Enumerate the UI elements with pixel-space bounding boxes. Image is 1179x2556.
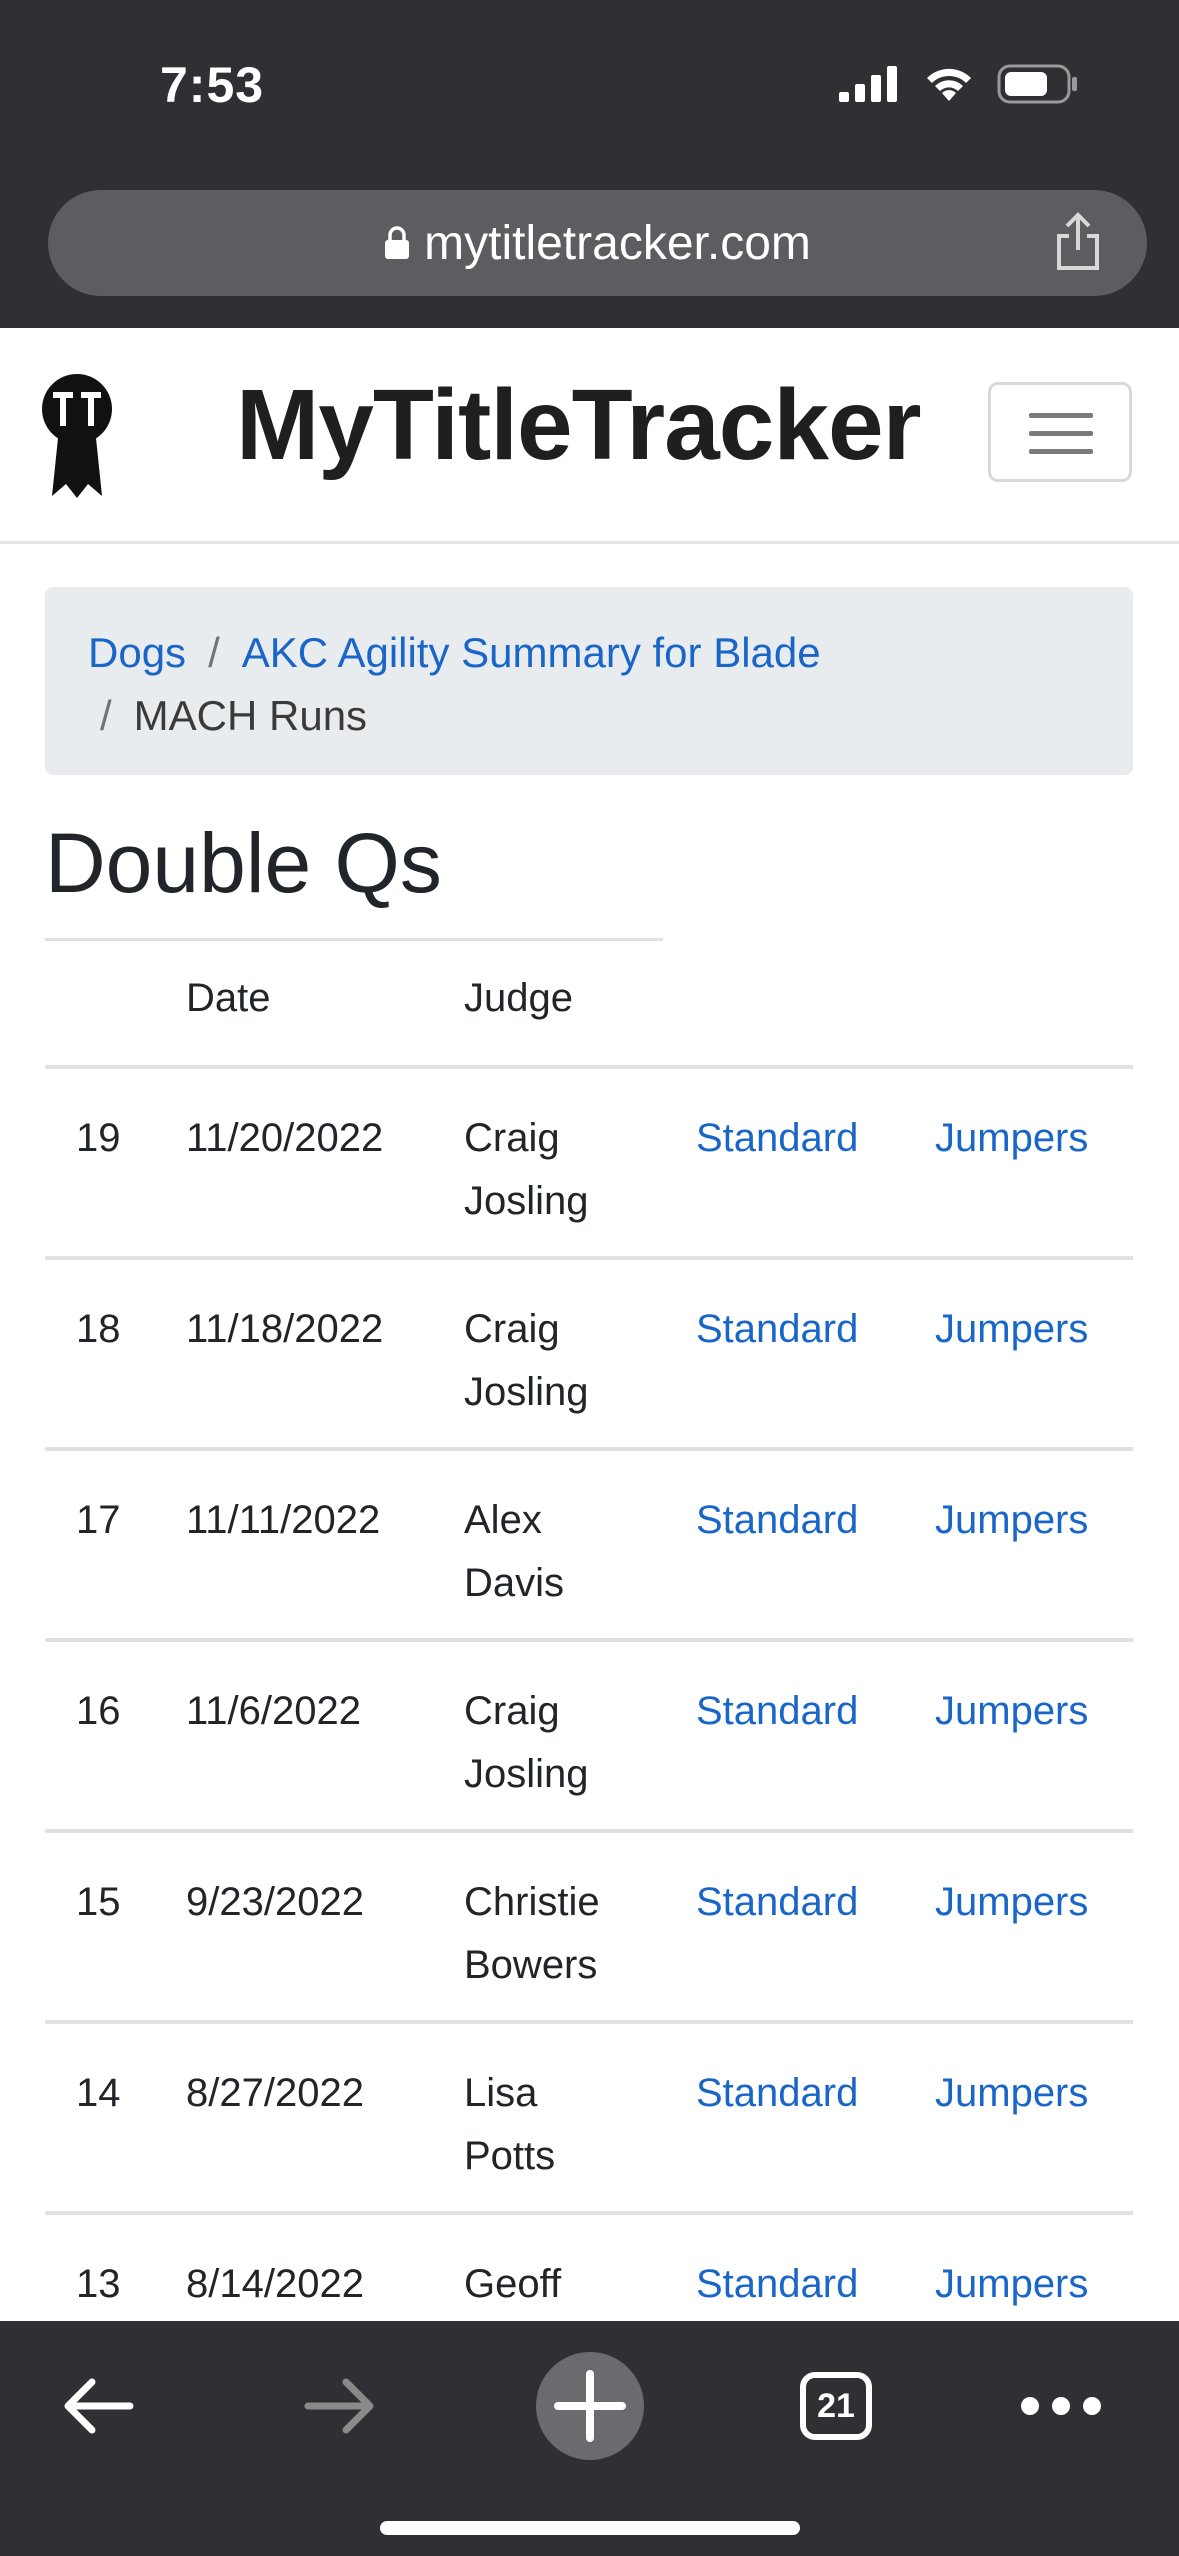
standard-link[interactable]: Standard [696, 1680, 858, 1743]
status-icons [839, 64, 1079, 104]
row-judge: Craig Josling [464, 1689, 589, 1796]
brand-title[interactable]: MyTitleTracker [236, 368, 922, 483]
jumpers-link[interactable]: Jumpers [935, 1680, 1088, 1743]
forward-button[interactable] [290, 2351, 390, 2461]
standard-link[interactable]: Standard [696, 1871, 858, 1934]
table-row: 15 9/23/2022 Christie Bowers Standard Ju… [45, 1833, 1133, 2024]
row-date: 11/11/2022 [186, 1498, 381, 1542]
jumpers-link[interactable]: Jumpers [935, 1871, 1088, 1934]
row-date: 9/23/2022 [186, 1880, 364, 1924]
table-row: 18 11/18/2022 Craig Josling Standard Jum… [45, 1260, 1133, 1451]
breadcrumb-separator: / [100, 692, 112, 739]
lock-icon [385, 226, 410, 259]
row-number: 17 [76, 1498, 121, 1542]
url-text: mytitletracker.com [424, 216, 811, 270]
row-number: 19 [76, 1116, 121, 1160]
standard-link[interactable]: Standard [696, 1489, 858, 1552]
tab-count: 21 [817, 2386, 855, 2425]
standard-link[interactable]: Standard [696, 2062, 858, 2125]
breadcrumb-link-dogs[interactable]: Dogs [88, 629, 186, 676]
table-row: 19 11/20/2022 Craig Josling Standard Jum… [45, 1069, 1133, 1260]
signal-icon [839, 66, 897, 102]
row-judge: Craig Josling [464, 1307, 589, 1414]
breadcrumb: Dogs / AKC Agility Summary for Blade / MACH… [45, 587, 1133, 775]
table-top-border [45, 938, 663, 941]
row-judge: Alex Davis [464, 1498, 565, 1605]
row-date: 11/20/2022 [186, 1116, 384, 1160]
battery-icon [997, 64, 1077, 104]
menu-toggle-button[interactable] [988, 382, 1132, 482]
standard-link[interactable]: Standard [696, 2253, 858, 2316]
row-judge: Lisa Potts [464, 2071, 556, 2178]
browser-bottom-toolbar: 21 [0, 2321, 1179, 2556]
more-button[interactable] [1016, 2351, 1106, 2461]
row-judge: Craig Josling [464, 1116, 589, 1223]
header-judge: Judge [464, 976, 573, 1020]
row-number: 15 [76, 1880, 121, 1924]
jumpers-link[interactable]: Jumpers [935, 2253, 1088, 2316]
wifi-icon [927, 68, 971, 101]
more-icon [1021, 2397, 1101, 2415]
row-date: 11/18/2022 [186, 1307, 384, 1351]
menu-icon [1029, 413, 1093, 418]
table-row: 16 11/6/2022 Craig Josling Standard Jump… [45, 1642, 1133, 1833]
tabs-button[interactable]: 21 [796, 2351, 876, 2461]
standard-link[interactable]: Standard [696, 1107, 858, 1170]
row-number: 16 [76, 1689, 121, 1733]
home-indicator [380, 2521, 800, 2535]
row-judge: Christie Bowers [464, 1880, 600, 1987]
jumpers-link[interactable]: Jumpers [935, 2062, 1088, 2125]
back-button[interactable] [48, 2351, 148, 2461]
new-tab-icon [536, 2352, 644, 2460]
page-title: Double Qs [45, 816, 442, 910]
address-bar[interactable]: mytitletracker.com [48, 190, 1147, 296]
row-judge: Geoff [464, 2262, 562, 2306]
row-date: 8/14/2022 [186, 2262, 364, 2306]
browser-top-chrome: 7:53 mytitletracker.com [0, 0, 1179, 328]
standard-link[interactable]: Standard [696, 1298, 858, 1361]
brand-logo-icon[interactable] [40, 372, 114, 500]
table-row: 14 8/27/2022 Lisa Potts Standard Jumpers [45, 2024, 1133, 2215]
row-number: 18 [76, 1307, 121, 1351]
site-navbar: MyTitleTracker [0, 328, 1179, 544]
row-number: 13 [76, 2262, 121, 2306]
status-time: 7:53 [160, 57, 265, 113]
jumpers-link[interactable]: Jumpers [935, 1107, 1088, 1170]
back-icon [64, 2378, 134, 2434]
breadcrumb-link-agility-summary[interactable]: AKC Agility Summary for Blade [242, 629, 821, 676]
header-date: Date [186, 976, 271, 1020]
row-number: 14 [76, 2071, 121, 2115]
new-tab-button[interactable] [536, 2351, 644, 2461]
row-date: 11/6/2022 [186, 1689, 361, 1733]
breadcrumb-current: MACH Runs [133, 692, 368, 739]
row-date: 8/27/2022 [186, 2071, 364, 2115]
table-row: 17 11/11/2022 Alex Davis Standard Jumper… [45, 1451, 1133, 1642]
jumpers-link[interactable]: Jumpers [935, 1298, 1088, 1361]
forward-icon [304, 2378, 374, 2434]
jumpers-link[interactable]: Jumpers [935, 1489, 1088, 1552]
share-icon[interactable] [1053, 212, 1103, 272]
breadcrumb-separator: / [208, 629, 220, 676]
